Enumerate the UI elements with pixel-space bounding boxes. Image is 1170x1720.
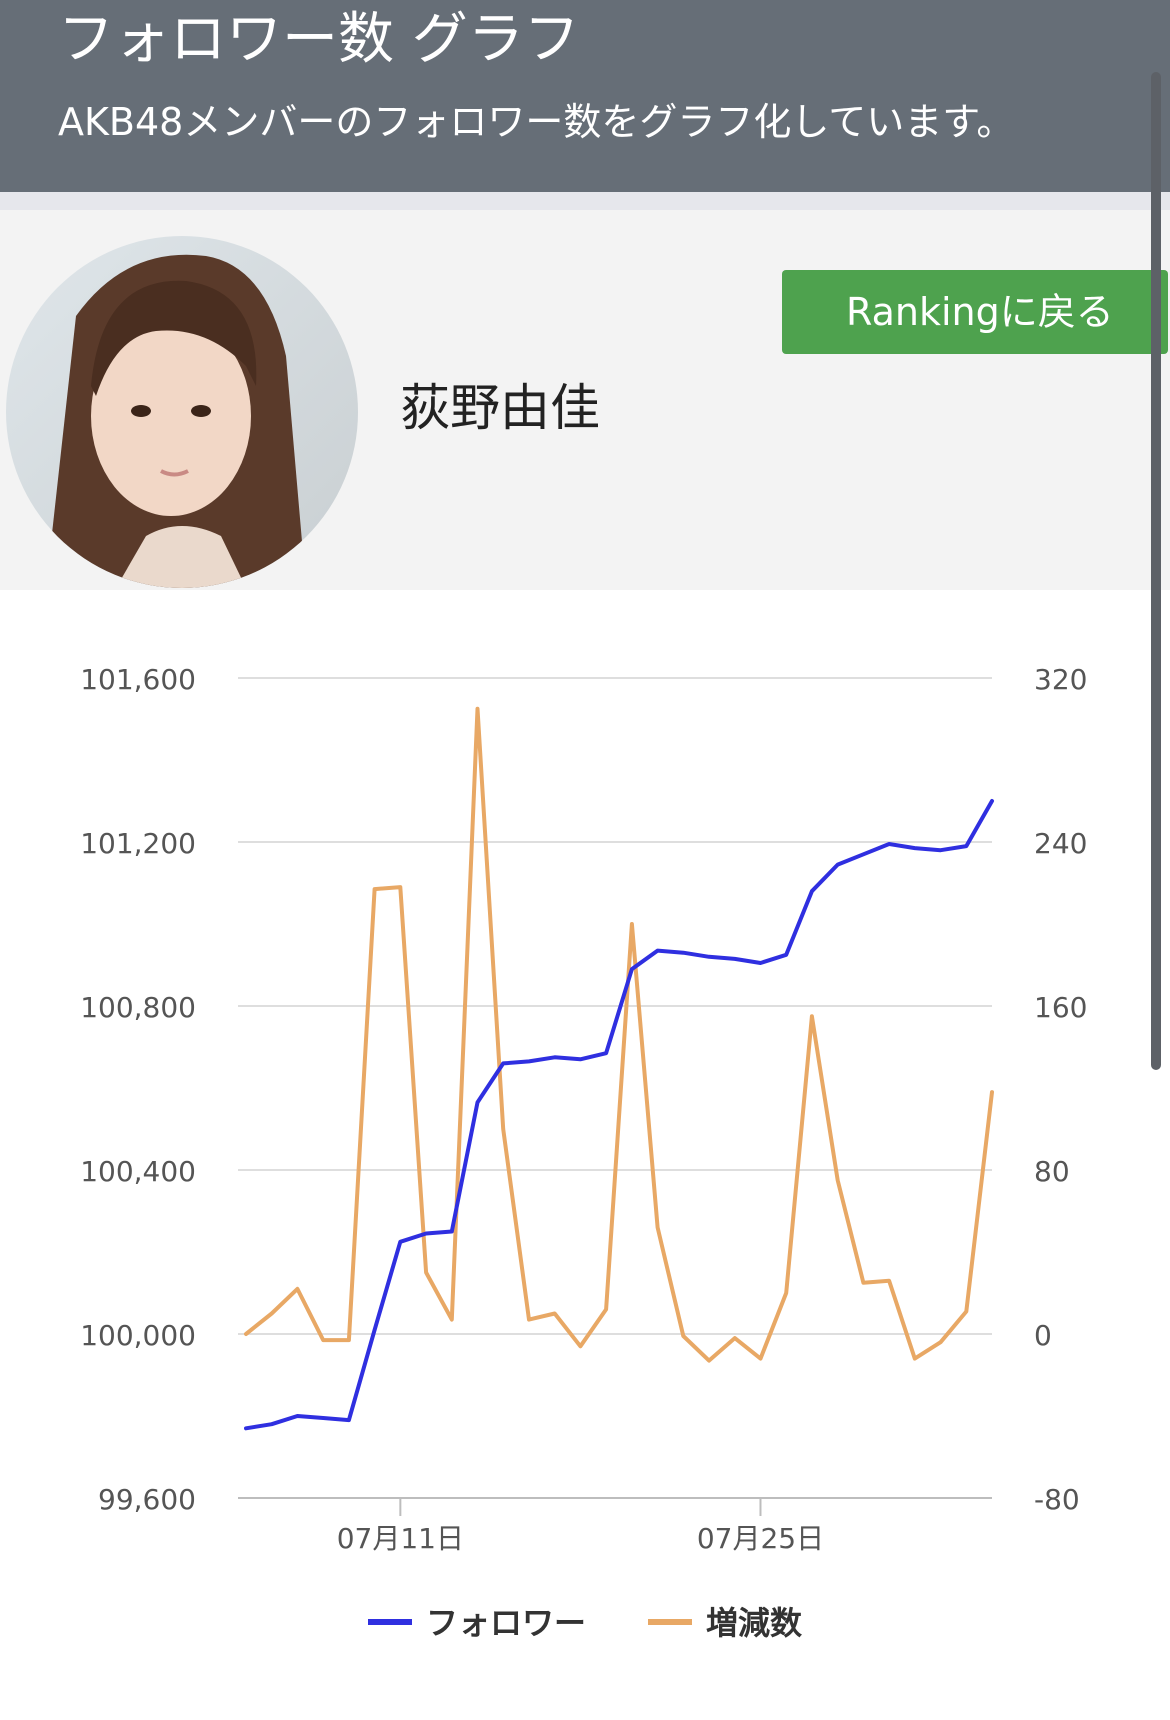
chart-svg: 101,600 320 101,200 240 100,800 160 100,400 80 1… <box>80 663 1087 1642</box>
y-left-tick-label: 101,600 <box>80 663 196 696</box>
member-photo <box>6 236 358 588</box>
y-left-tick-label: 100,000 <box>80 1319 196 1352</box>
y-right-tick-label: 160 <box>1034 991 1087 1024</box>
y-right-tick-label: -80 <box>1034 1483 1080 1516</box>
ranking-back-button[interactable]: Rankingに戻る <box>782 270 1168 354</box>
y-left-tick-label: 101,200 <box>80 827 196 860</box>
legend-label: フォロワー <box>426 1604 586 1642</box>
y-right-tick-label: 0 <box>1034 1319 1052 1352</box>
page-title: フォロワー数 グラフ <box>58 7 580 72</box>
page-subtitle: AKB48メンバーのフォロワー数をグラフ化しています。 <box>58 100 1015 144</box>
legend-label: 増減数 <box>706 1604 803 1642</box>
y-left-tick-label: 100,400 <box>80 1155 196 1188</box>
y-right-tick-label: 80 <box>1034 1155 1070 1188</box>
y-left-tick-label: 100,800 <box>80 991 196 1024</box>
header-divider <box>0 192 1170 210</box>
follower-chart: 101,600 320 101,200 240 100,800 160 100,400 80 1… <box>0 590 1170 1716</box>
change-series-line <box>244 706 994 1363</box>
x-tick-label: 07月11日 <box>337 1522 464 1555</box>
y-left-tick-label: 99,600 <box>98 1483 196 1516</box>
avatar <box>6 236 358 588</box>
y-right-tick-label: 240 <box>1034 827 1087 860</box>
page-header: フォロワー数 グラフ AKB48メンバーのフォロワー数をグラフ化しています。 <box>0 0 1170 192</box>
profile-card: 荻野由佳 Rankingに戻る <box>0 210 1170 590</box>
x-tick-label: 07月25日 <box>697 1522 824 1555</box>
member-name: 荻野由佳 <box>400 379 600 437</box>
y-right-tick-label: 320 <box>1034 663 1087 696</box>
